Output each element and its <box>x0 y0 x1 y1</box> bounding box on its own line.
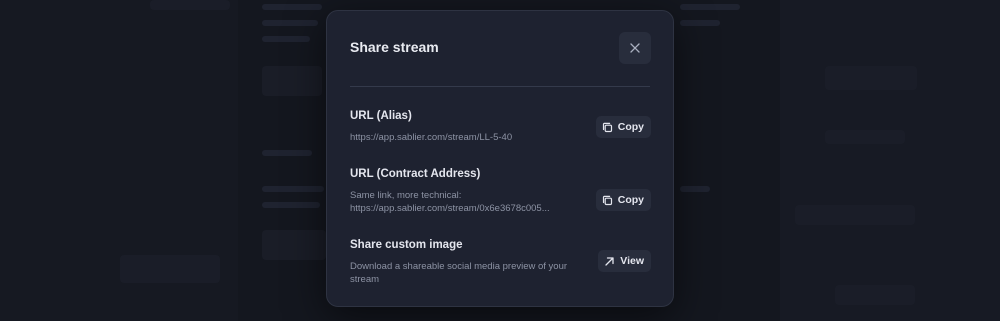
copy-button-label: Copy <box>617 121 644 133</box>
background-right-panel <box>780 0 1000 321</box>
row-description-url: https://app.sablier.com/stream/0x6e3678c… <box>350 203 550 214</box>
modal-title: Share stream <box>350 39 439 55</box>
close-icon <box>630 43 640 53</box>
background-block <box>150 0 230 10</box>
background-line <box>680 4 740 10</box>
background-line <box>262 36 310 42</box>
arrow-up-right-icon <box>605 256 614 266</box>
background-block <box>825 66 917 90</box>
share-row-custom-image: Share custom image Download a shareable … <box>350 239 651 286</box>
background-line <box>262 20 318 26</box>
view-button-label: View <box>620 255 644 267</box>
background-line <box>262 150 312 156</box>
background-block <box>120 255 220 283</box>
background-line <box>680 186 710 192</box>
copy-icon <box>602 195 612 205</box>
copy-contract-url-button[interactable]: Copy <box>595 189 651 211</box>
background-line <box>262 202 320 208</box>
background-block <box>262 230 326 260</box>
copy-icon <box>602 122 612 132</box>
background-block <box>795 205 915 225</box>
row-title: URL (Contract Address) <box>350 168 481 180</box>
background-line <box>262 186 324 192</box>
background-line <box>262 4 322 10</box>
close-button[interactable] <box>619 32 651 64</box>
copy-alias-url-button[interactable]: Copy <box>595 116 651 138</box>
share-row-alias-url: URL (Alias) https://app.sablier.com/stre… <box>350 110 651 144</box>
share-stream-modal: Share stream URL (Alias) https://app.sab… <box>326 10 674 307</box>
background-block <box>825 130 905 144</box>
row-description: https://app.sablier.com/stream/LL-5-40 <box>350 132 513 143</box>
row-description: Same link, more technical: https://app.s… <box>350 189 580 215</box>
background-line <box>680 20 720 26</box>
view-custom-image-button[interactable]: View <box>598 250 651 272</box>
row-description-line: Same link, more technical: <box>350 190 462 201</box>
row-description: Download a shareable social media previe… <box>350 261 568 285</box>
share-row-contract-url: URL (Contract Address) Same link, more t… <box>350 168 651 215</box>
background-block <box>262 66 322 96</box>
copy-button-label: Copy <box>617 194 644 206</box>
background-block <box>835 285 915 305</box>
modal-divider <box>350 86 650 87</box>
